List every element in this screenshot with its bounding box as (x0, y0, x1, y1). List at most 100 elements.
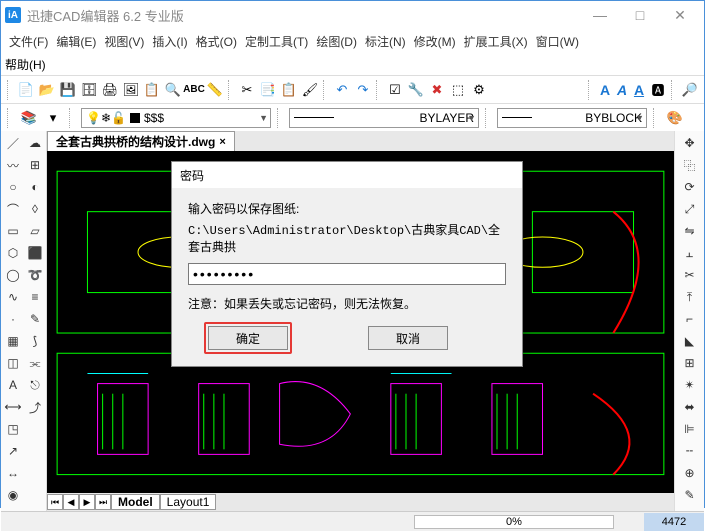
settings-icon[interactable]: ⚙ (469, 80, 489, 100)
copy-icon[interactable]: 📑 (258, 80, 278, 100)
open-file-icon[interactable]: 📂 (37, 80, 57, 100)
rectangle-icon[interactable]: ▭ (3, 221, 23, 241)
audit-icon[interactable]: ☑ (385, 80, 405, 100)
cancel-button[interactable]: 取消 (368, 326, 448, 350)
stretch-icon[interactable]: ⬌ (680, 397, 700, 417)
color-picker-icon[interactable]: 🎨 (665, 108, 685, 128)
fillet-icon[interactable]: ⌐ (680, 309, 700, 329)
sketch-icon[interactable]: ✎ (25, 309, 45, 329)
undo-icon[interactable]: ↶ (332, 80, 352, 100)
pedit-icon[interactable]: ✎ (680, 485, 700, 505)
minimize-button[interactable]: — (580, 3, 620, 27)
tool-icon[interactable]: ⬚ (448, 80, 468, 100)
text-icon[interactable]: A (3, 375, 23, 395)
wipeout-icon[interactable]: ▱ (25, 221, 45, 241)
join-tool-icon[interactable]: ⊕ (680, 463, 700, 483)
find-icon[interactable]: 🔍 (163, 80, 183, 100)
erase-icon[interactable]: ✖ (427, 80, 447, 100)
break-icon[interactable]: ⎋ (25, 375, 45, 395)
menu-ext-tools[interactable]: 扩展工具(X) (460, 31, 532, 52)
close-tab-icon[interactable]: × (219, 136, 225, 148)
mirror-icon[interactable]: ⇋ (680, 221, 700, 241)
document-tab[interactable]: 全套古典拱桥的结构设计.dwg × (47, 131, 235, 151)
boundary-icon[interactable]: ◊ (25, 199, 45, 219)
print-preview-icon[interactable]: 🖼 (121, 80, 141, 100)
toolbar-grip[interactable] (277, 108, 283, 128)
explode-icon[interactable]: ✴ (680, 375, 700, 395)
rotate-icon[interactable]: ⟳ (680, 177, 700, 197)
array-icon[interactable]: ⊞ (680, 353, 700, 373)
menu-file[interactable]: 文件(F) (5, 31, 52, 52)
toolbar-grip[interactable] (7, 80, 13, 100)
toolbar-grip[interactable] (485, 108, 491, 128)
xline-icon[interactable]: ↔ (3, 463, 23, 483)
gradient-icon[interactable]: ◐ (25, 177, 45, 197)
menu-help[interactable]: 帮助(H) (5, 56, 46, 73)
align-icon[interactable]: ⊫ (680, 419, 700, 439)
toolbar-grip[interactable] (69, 108, 75, 128)
redo-icon[interactable]: ↷ (353, 80, 373, 100)
block-icon[interactable]: ◳ (3, 419, 23, 439)
polygon-icon[interactable]: ⬡ (3, 243, 23, 263)
ok-button[interactable]: 确定 (208, 326, 288, 350)
menu-window[interactable]: 窗口(W) (532, 31, 583, 52)
menu-custom-tools[interactable]: 定制工具(T) (241, 31, 312, 52)
dimension-icon[interactable]: ⟷ (3, 397, 23, 417)
scale-icon[interactable]: ⤢ (680, 199, 700, 219)
toolbar-grip[interactable] (7, 108, 13, 128)
layer-icon[interactable]: 📚 (19, 108, 39, 128)
menu-insert[interactable]: 插入(I) (148, 31, 191, 52)
trim-icon[interactable]: ✂ (680, 265, 700, 285)
region-icon[interactable]: ◫ (3, 353, 23, 373)
extend-tool-icon[interactable]: ⤒ (680, 287, 700, 307)
arc-tool-icon[interactable]: ⟆ (25, 331, 45, 351)
hatch-icon[interactable]: ▦ (3, 331, 23, 351)
lineweight-combo[interactable]: BYBLOCK ▼ (497, 108, 647, 128)
circle-icon[interactable]: ○ (3, 177, 23, 197)
text-style-icon[interactable]: 🅰 (648, 80, 668, 100)
helix-icon[interactable]: ➰ (25, 265, 45, 285)
measure-icon[interactable]: 📏 (205, 80, 225, 100)
text-italic-icon[interactable]: A (614, 82, 630, 98)
tool-icon[interactable]: 🔧 (406, 80, 426, 100)
new-file-icon[interactable]: 📄 (16, 80, 36, 100)
menu-draw[interactable]: 绘图(D) (312, 31, 361, 52)
spellcheck-icon[interactable]: ABC (184, 80, 204, 100)
menu-annotate[interactable]: 标注(N) (361, 31, 410, 52)
spline-icon[interactable]: ∿ (3, 287, 23, 307)
toolbar-grip[interactable] (588, 80, 594, 100)
join-icon[interactable]: ⫘ (25, 353, 45, 373)
layer-dropdown-icon[interactable]: ▾ (43, 108, 63, 128)
menu-modify[interactable]: 修改(M) (410, 31, 460, 52)
table-icon[interactable]: ⊞ (25, 155, 45, 175)
extend-icon[interactable]: ⤴ (25, 397, 45, 417)
menu-edit[interactable]: 编辑(E) (52, 31, 100, 52)
match-props-icon[interactable]: 🖌 (300, 80, 320, 100)
revision-cloud-icon[interactable]: ☁ (25, 133, 45, 153)
paste-icon[interactable]: 📋 (279, 80, 299, 100)
line-icon[interactable]: ／ (3, 133, 23, 153)
ellipse-icon[interactable]: ◯ (3, 265, 23, 285)
menu-format[interactable]: 格式(O) (192, 31, 241, 52)
layer-combo[interactable]: 💡 ❄ 🔓 $$$ ▼ (81, 108, 271, 128)
text-bold-icon[interactable]: A (597, 82, 613, 98)
polyline-icon[interactable]: 〰 (3, 155, 23, 175)
offset-icon[interactable]: ⫠ (680, 243, 700, 263)
password-input[interactable] (188, 263, 506, 285)
text-underline-icon[interactable]: A (631, 82, 647, 98)
point-icon[interactable]: · (3, 309, 23, 329)
break-tool-icon[interactable]: ╌ (680, 441, 700, 461)
plot-icon[interactable]: 📋 (142, 80, 162, 100)
print-icon[interactable]: 🖨 (100, 80, 120, 100)
text-find-icon[interactable]: 🔎 (680, 80, 700, 100)
maximize-button[interactable]: □ (620, 3, 660, 27)
chamfer-icon[interactable]: ◣ (680, 331, 700, 351)
donut-icon[interactable]: ◉ (3, 485, 23, 505)
3d-icon[interactable]: ⬛ (25, 243, 45, 263)
arc-icon[interactable]: ⌒ (3, 199, 23, 219)
menu-view[interactable]: 视图(V) (100, 31, 148, 52)
close-button[interactable]: ✕ (660, 3, 700, 27)
cut-icon[interactable]: ✂ (237, 80, 257, 100)
toolbar-grip[interactable] (653, 108, 659, 128)
linetype-combo[interactable]: BYLAYER ▼ (289, 108, 479, 128)
